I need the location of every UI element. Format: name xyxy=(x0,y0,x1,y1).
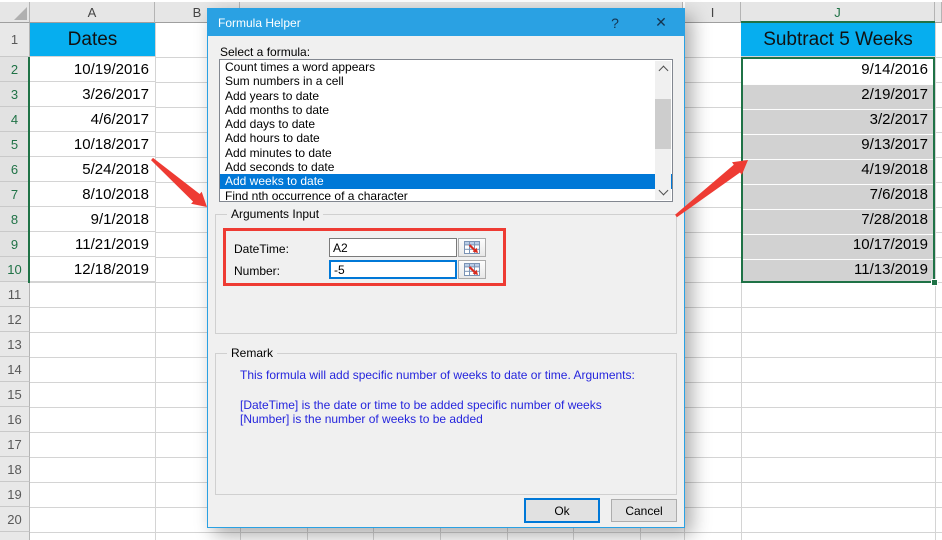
cell-j2[interactable]: 9/14/2016 xyxy=(741,57,935,82)
column-header-j[interactable]: J xyxy=(741,2,935,23)
remark-line-1: This formula will add specific number of… xyxy=(240,368,635,382)
column-j-cells: Subtract 5 Weeks 9/14/2016 2/19/2017 3/2… xyxy=(741,23,935,282)
selected-column-accent xyxy=(741,21,935,23)
formula-item[interactable]: Count times a word appears xyxy=(220,60,672,74)
cell-a2[interactable]: 10/19/2016 xyxy=(30,57,155,82)
right-annotation-arrow-icon xyxy=(675,160,748,218)
row-header-21[interactable]: 21 xyxy=(0,532,30,540)
cancel-button[interactable]: Cancel xyxy=(611,499,677,522)
row-header-1[interactable]: 1 xyxy=(0,23,30,57)
cell-j3[interactable]: 2/19/2017 xyxy=(741,82,935,107)
column-a-cells: Dates 10/19/2016 3/26/2017 4/6/2017 10/1… xyxy=(30,23,155,282)
column-header-a[interactable]: A xyxy=(30,2,155,23)
cell-a7[interactable]: 8/10/2018 xyxy=(30,182,155,207)
formula-item[interactable]: Add days to date xyxy=(220,117,672,131)
remark-group: Remark This formula will add specific nu… xyxy=(215,346,677,495)
datetime-input[interactable] xyxy=(329,238,457,257)
column-header-i[interactable]: I xyxy=(685,2,741,23)
select-all-button[interactable] xyxy=(0,2,30,23)
cell-a1-dates-header[interactable]: Dates xyxy=(30,23,155,57)
scrollbar-thumb[interactable] xyxy=(655,99,671,149)
row-header-6[interactable]: 6 xyxy=(0,157,30,182)
column-header-k-sliver xyxy=(935,2,942,23)
formula-helper-dialog: Formula Helper ? ✕ Select a formula: Cou… xyxy=(207,8,685,528)
row-header-2[interactable]: 2 xyxy=(0,57,30,82)
row-header-19[interactable]: 19 xyxy=(0,482,30,507)
left-annotation-arrow-icon xyxy=(151,157,207,207)
cell-j4[interactable]: 3/2/2017 xyxy=(741,107,935,132)
row-header-5[interactable]: 5 xyxy=(0,132,30,157)
range-selector-icon xyxy=(463,263,480,276)
cell-j8[interactable]: 7/28/2018 xyxy=(741,207,935,232)
row-header-18[interactable]: 18 xyxy=(0,457,30,482)
listbox-scrollbar[interactable] xyxy=(655,61,671,200)
cell-j1-result-header[interactable]: Subtract 5 Weeks xyxy=(741,23,935,57)
row-header-10[interactable]: 10 xyxy=(0,257,30,282)
cell-a5[interactable]: 10/18/2017 xyxy=(30,132,155,157)
formula-item[interactable]: Add months to date xyxy=(220,103,672,117)
dialog-title: Formula Helper xyxy=(218,15,301,30)
formula-listbox[interactable]: Count times a word appears Sum numbers i… xyxy=(219,59,673,202)
chevron-down-icon xyxy=(658,185,668,196)
row-header-3[interactable]: 3 xyxy=(0,82,30,107)
scroll-down-button[interactable] xyxy=(655,184,671,200)
select-all-triangle-icon xyxy=(14,7,27,20)
formula-item[interactable]: Add minutes to date xyxy=(220,146,672,160)
spreadsheet-app: A B I J 1 2 3 4 5 6 7 8 9 10 11 12 13 14… xyxy=(0,0,942,540)
cell-a9[interactable]: 11/21/2019 xyxy=(30,232,155,257)
formula-item[interactable]: Sum numbers in a cell xyxy=(220,74,672,88)
row-header-15[interactable]: 15 xyxy=(0,382,30,407)
scroll-up-button[interactable] xyxy=(655,61,671,77)
row-headers: 1 2 3 4 5 6 7 8 9 10 11 12 13 14 15 16 1… xyxy=(0,23,30,540)
row-header-16[interactable]: 16 xyxy=(0,407,30,432)
row-header-13[interactable]: 13 xyxy=(0,332,30,357)
cell-j7[interactable]: 7/6/2018 xyxy=(741,182,935,207)
row-header-8[interactable]: 8 xyxy=(0,207,30,232)
row-header-9[interactable]: 9 xyxy=(0,232,30,257)
cell-a3[interactable]: 3/26/2017 xyxy=(30,82,155,107)
cell-a6[interactable]: 5/24/2018 xyxy=(30,157,155,182)
fill-handle[interactable] xyxy=(931,279,938,286)
datetime-range-selector-button[interactable] xyxy=(458,238,486,257)
remark-line-2: [DateTime] is the date or time to be add… xyxy=(240,398,602,412)
help-button[interactable]: ? xyxy=(604,13,626,32)
row-header-14[interactable]: 14 xyxy=(0,357,30,382)
cell-j5[interactable]: 9/13/2017 xyxy=(741,132,935,157)
cell-j6[interactable]: 4/19/2018 xyxy=(741,157,935,182)
formula-item[interactable]: Add hours to date xyxy=(220,131,672,145)
arguments-input-legend: Arguments Input xyxy=(227,207,324,221)
select-formula-label: Select a formula: xyxy=(220,45,311,59)
cell-a10[interactable]: 12/18/2019 xyxy=(30,257,155,282)
selected-rows-accent xyxy=(28,57,30,283)
ok-button[interactable]: Ok xyxy=(524,498,600,523)
row-header-17[interactable]: 17 xyxy=(0,432,30,457)
row-header-7[interactable]: 7 xyxy=(0,182,30,207)
cell-j10[interactable]: 11/13/2019 xyxy=(741,257,935,282)
cell-j9[interactable]: 10/17/2019 xyxy=(741,232,935,257)
formula-item[interactable]: Find nth occurrence of a character xyxy=(220,189,672,201)
cell-a4[interactable]: 4/6/2017 xyxy=(30,107,155,132)
number-input[interactable] xyxy=(329,260,457,279)
remark-line-3: [Number] is the number of weeks to be ad… xyxy=(240,412,483,426)
chevron-up-icon xyxy=(658,65,668,76)
remark-legend: Remark xyxy=(227,346,278,360)
row-header-11[interactable]: 11 xyxy=(0,282,30,307)
close-button[interactable]: ✕ xyxy=(650,13,672,32)
row-header-4[interactable]: 4 xyxy=(0,107,30,132)
row-header-20[interactable]: 20 xyxy=(0,507,30,532)
formula-item[interactable]: Add seconds to date xyxy=(220,160,672,174)
range-selector-icon xyxy=(463,241,480,254)
row-header-12[interactable]: 12 xyxy=(0,307,30,332)
number-range-selector-button[interactable] xyxy=(458,260,486,279)
cell-a8[interactable]: 9/1/2018 xyxy=(30,207,155,232)
formula-item-selected[interactable]: Add weeks to date xyxy=(220,174,672,189)
formula-item[interactable]: Add years to date xyxy=(220,89,672,103)
